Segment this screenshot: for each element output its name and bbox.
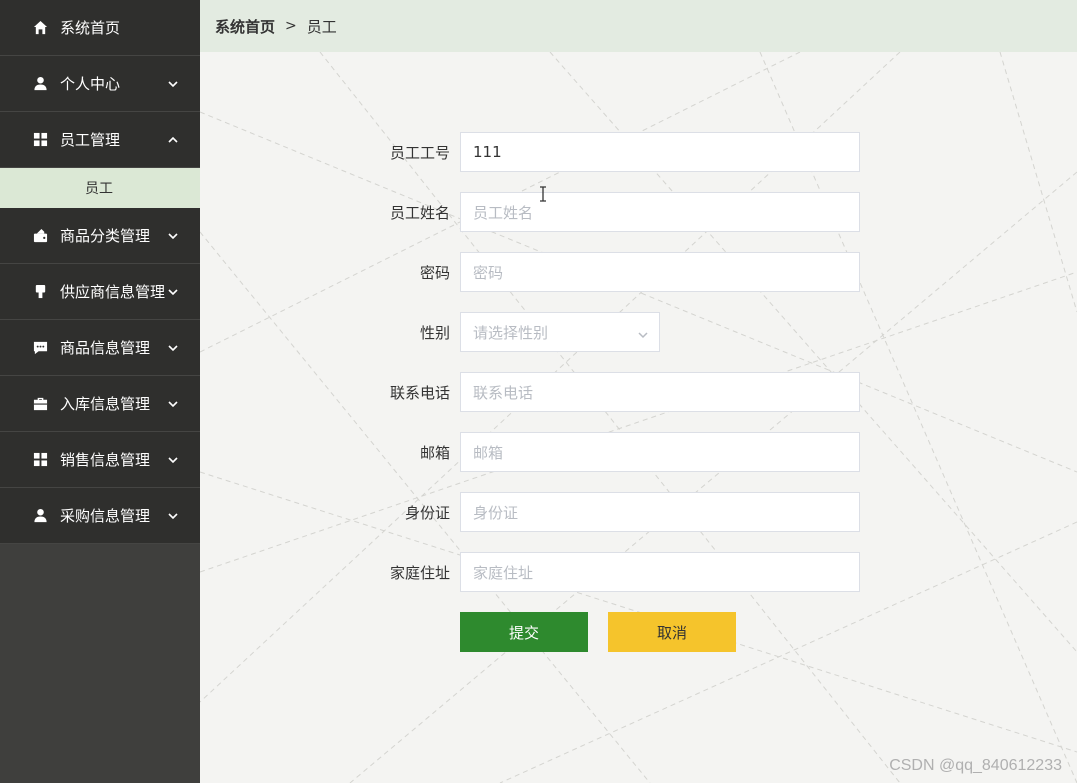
form-row-password: 密码 密码 xyxy=(200,252,1077,292)
grid-icon xyxy=(32,452,48,468)
form-row-employee-id: 员工工号 111 xyxy=(200,132,1077,172)
sidebar-item-label: 个人中心 xyxy=(60,75,121,93)
sidebar-item-label: 员工管理 xyxy=(60,131,121,149)
sidebar-item-label: 供应商信息管理 xyxy=(60,283,166,301)
gender-label: 性别 xyxy=(419,324,450,342)
address-input[interactable]: 家庭住址 xyxy=(460,552,860,592)
employee-id-label: 员工工号 xyxy=(389,144,450,162)
address-label: 家庭住址 xyxy=(389,564,450,582)
sidebar-item-category-management[interactable]: 商品分类管理 xyxy=(0,208,200,264)
sidebar-item-employee-management[interactable]: 员工管理 xyxy=(0,112,200,168)
sidebar-subitem-employee[interactable]: 员工 xyxy=(0,168,200,208)
breadcrumb-home[interactable]: 系统首页 xyxy=(215,16,275,37)
chevron-down-icon xyxy=(167,228,181,242)
sidebar-item-label: 商品分类管理 xyxy=(60,227,151,245)
user-icon xyxy=(32,76,48,92)
submit-button[interactable]: 提交 xyxy=(460,612,588,652)
breadcrumb-separator: > xyxy=(285,18,297,34)
sidebar: 系统首页 个人中心 员工管理 员工 商品分类管理 供应商信息管理 商品信息管理 … xyxy=(0,0,200,783)
sidebar-item-sales-management[interactable]: 销售信息管理 xyxy=(0,432,200,488)
password-label: 密码 xyxy=(419,264,450,282)
chevron-down-icon xyxy=(167,452,181,466)
grid-icon xyxy=(32,132,48,148)
gender-select[interactable]: 请选择性别 xyxy=(460,312,660,352)
brush-icon xyxy=(32,284,48,300)
phone-label: 联系电话 xyxy=(389,384,450,402)
user-icon xyxy=(32,508,48,524)
password-input[interactable]: 密码 xyxy=(460,252,860,292)
cancel-button[interactable]: 取消 xyxy=(608,612,736,652)
sidebar-item-label: 商品信息管理 xyxy=(60,339,151,357)
phone-input[interactable]: 联系电话 xyxy=(460,372,860,412)
wallet-icon xyxy=(32,228,48,244)
chevron-down-icon xyxy=(167,396,181,410)
employee-id-input[interactable]: 111 xyxy=(460,132,860,172)
form-row-address: 家庭住址 家庭住址 xyxy=(200,552,1077,592)
breadcrumb: 系统首页 > 员工 xyxy=(200,0,1077,52)
employee-name-label: 员工姓名 xyxy=(389,204,450,222)
sidebar-item-label: 销售信息管理 xyxy=(60,451,151,469)
sidebar-item-label: 采购信息管理 xyxy=(60,507,151,525)
briefcase-icon xyxy=(32,396,48,412)
sidebar-item-label: 入库信息管理 xyxy=(60,395,151,413)
gender-select-placeholder: 请选择性别 xyxy=(473,323,549,342)
email-input[interactable]: 邮箱 xyxy=(460,432,860,472)
breadcrumb-current: 员工 xyxy=(306,17,337,36)
watermark: CSDN @qq_840612233 xyxy=(889,757,1062,774)
form-row-gender: 性别 请选择性别 xyxy=(200,312,1077,352)
form-row-email: 邮箱 邮箱 xyxy=(200,432,1077,472)
chevron-down-icon xyxy=(167,340,181,354)
form-row-phone: 联系电话 联系电话 xyxy=(200,372,1077,412)
sidebar-subitem-label: 员工 xyxy=(85,181,113,197)
chevron-down-icon xyxy=(167,284,181,298)
sidebar-item-purchase-management[interactable]: 采购信息管理 xyxy=(0,488,200,544)
sidebar-item-personal-center[interactable]: 个人中心 xyxy=(0,56,200,112)
sidebar-item-supplier-management[interactable]: 供应商信息管理 xyxy=(0,264,200,320)
chevron-up-icon xyxy=(167,132,181,146)
chevron-down-icon xyxy=(167,508,181,522)
chevron-down-icon xyxy=(167,76,181,90)
chat-icon xyxy=(32,340,48,356)
sidebar-item-product-management[interactable]: 商品信息管理 xyxy=(0,320,200,376)
email-label: 邮箱 xyxy=(419,444,450,462)
id-card-input[interactable]: 身份证 xyxy=(460,492,860,532)
text-cursor-icon xyxy=(540,186,546,202)
sidebar-item-label: 系统首页 xyxy=(60,19,121,37)
employee-form: 员工工号 111 员工姓名 员工姓名 密码 密码 性别 请选择性别 联系电话 联… xyxy=(200,52,1077,783)
form-row-id-card: 身份证 身份证 xyxy=(200,492,1077,532)
sidebar-item-inbound-management[interactable]: 入库信息管理 xyxy=(0,376,200,432)
employee-name-input[interactable]: 员工姓名 xyxy=(460,192,860,232)
sidebar-item-home[interactable]: 系统首页 xyxy=(0,0,200,56)
chevron-down-icon xyxy=(637,327,649,339)
form-row-employee-name: 员工姓名 员工姓名 xyxy=(200,192,1077,232)
id-card-label: 身份证 xyxy=(404,504,450,522)
home-icon xyxy=(32,20,48,36)
